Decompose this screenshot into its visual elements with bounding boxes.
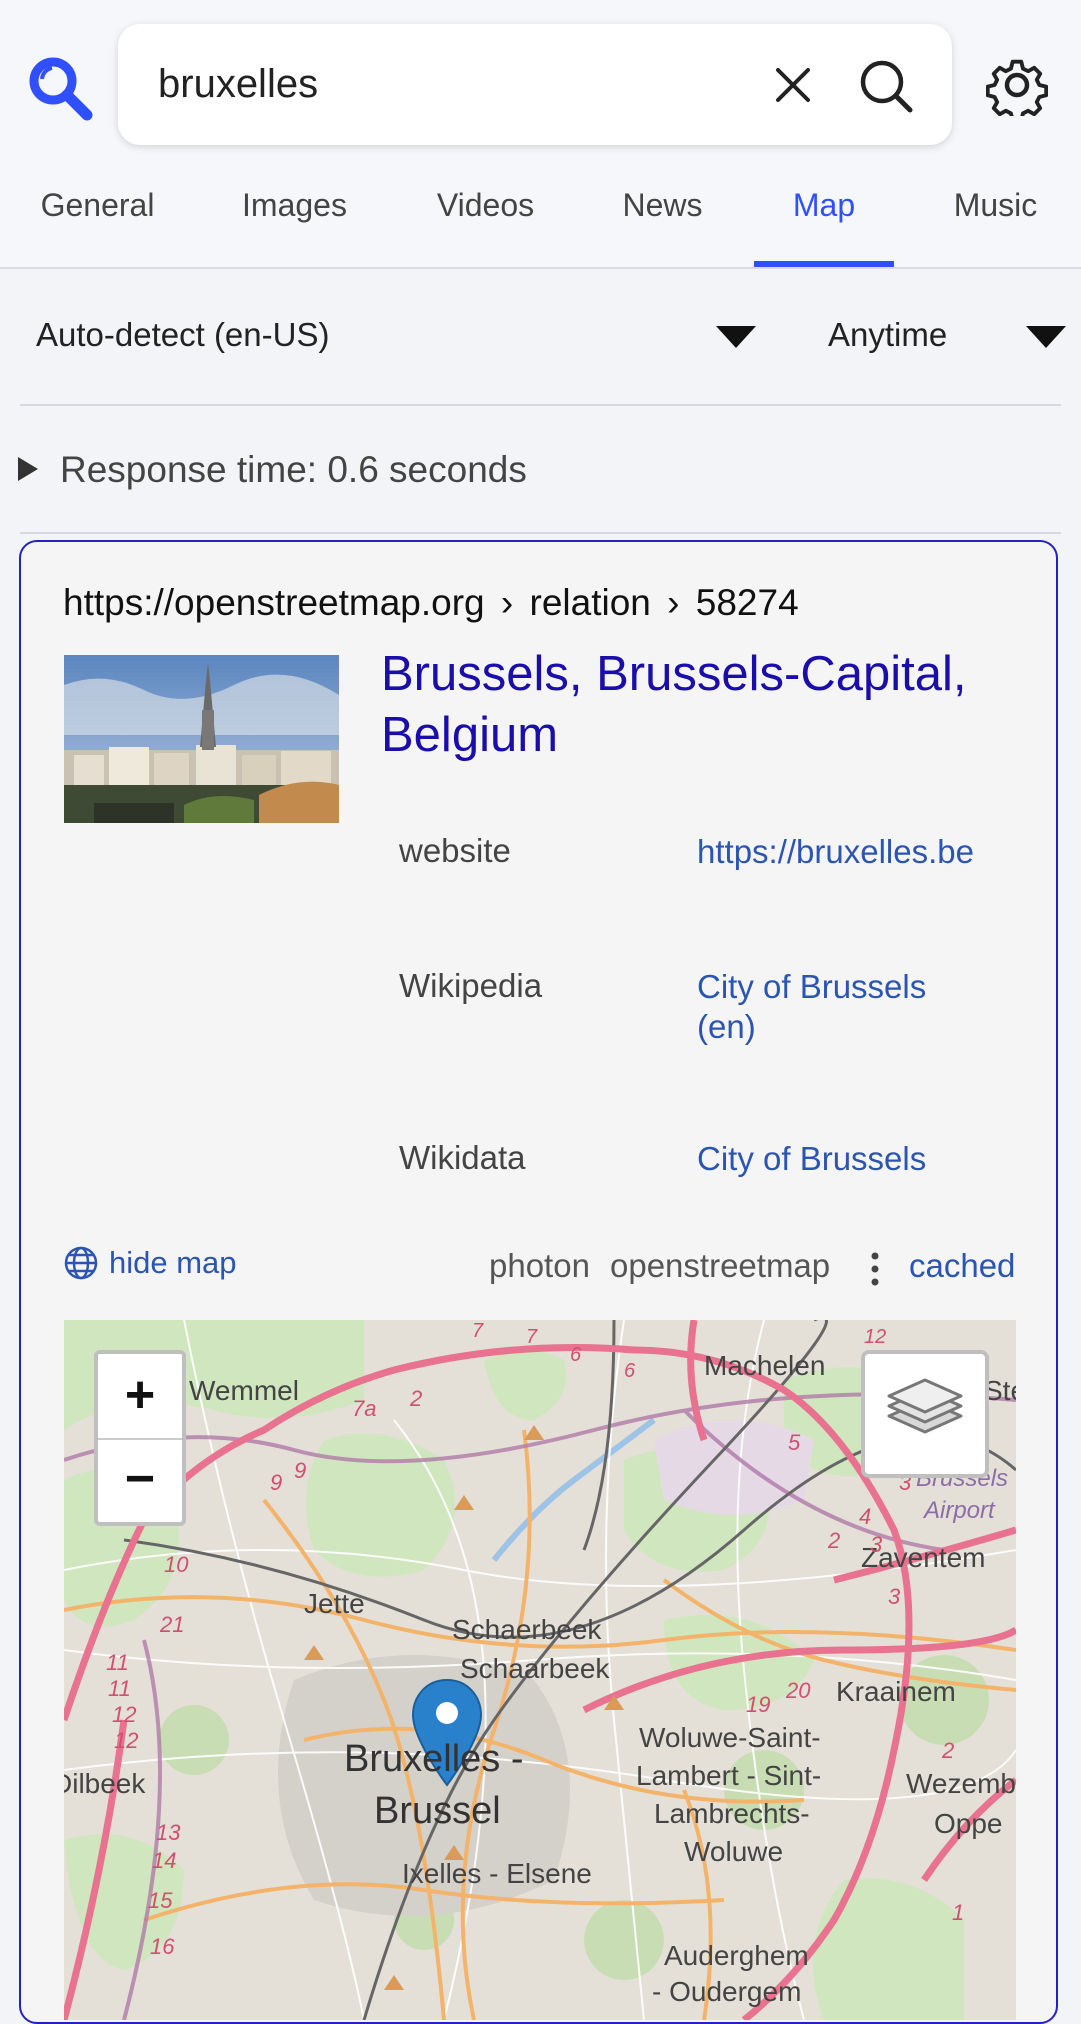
map-label: Schaerbeek xyxy=(452,1614,602,1645)
map-label: Machelen xyxy=(704,1350,826,1381)
engine-openstreetmap: openstreetmap xyxy=(610,1247,831,1284)
map-view[interactable]: Wemmel Machelen Ste Brussels Airport Zav… xyxy=(64,1320,1016,2020)
map-label: Airport xyxy=(924,1497,995,1524)
road-number: 2 xyxy=(828,1528,841,1553)
road-number: 9 xyxy=(294,1458,307,1483)
result-title[interactable]: Brussels, Brussels-Capital, Belgium xyxy=(381,644,1021,766)
map-label: Bruxelles - xyxy=(344,1738,524,1780)
road-number: 13 xyxy=(156,1820,181,1845)
road-number: 2 xyxy=(410,1386,423,1411)
detail-key-wikidata: Wikidata xyxy=(399,1139,526,1176)
road-number: 21 xyxy=(160,1612,185,1637)
road-number: 14 xyxy=(152,1848,177,1873)
road-number: 6 xyxy=(624,1360,636,1382)
tab-general[interactable]: General xyxy=(30,170,165,267)
tab-news[interactable]: News xyxy=(615,170,710,267)
zoom-out-button[interactable]: − xyxy=(98,1438,182,1522)
tab-music[interactable]: Music xyxy=(938,170,1053,267)
response-time-text: Response time: 0.6 seconds xyxy=(60,449,527,490)
header: General Images Videos News Map Music xyxy=(0,0,1081,269)
map-label: - Oudergem xyxy=(652,1976,802,2007)
result-url-id: 58274 xyxy=(695,582,799,623)
tab-images[interactable]: Images xyxy=(232,170,357,267)
hide-map-toggle[interactable]: hide map xyxy=(63,1245,237,1281)
road-number: 10 xyxy=(164,1552,189,1577)
breadcrumb-separator: › xyxy=(500,582,514,623)
road-number: 20 xyxy=(786,1678,811,1703)
map-label: Schaarbeek xyxy=(460,1653,610,1684)
map-label: Lambert - Sint- xyxy=(636,1760,822,1791)
language-dropdown-icon[interactable] xyxy=(716,326,756,348)
divider xyxy=(20,404,1061,406)
detail-value-website[interactable]: https://bruxelles.be xyxy=(697,832,1027,872)
map-label: Wemmel xyxy=(189,1375,299,1406)
map-label: Brussel xyxy=(374,1790,501,1832)
result-card: https://openstreetmap.org › relation › 5… xyxy=(19,540,1058,2024)
response-time-toggle[interactable]: Response time: 0.6 seconds xyxy=(18,440,527,500)
zoom-control: + − xyxy=(94,1350,186,1526)
detail-value-wikidata[interactable]: City of Brussels xyxy=(697,1139,1027,1179)
road-number: 3 xyxy=(870,1532,883,1557)
road-number: 7 xyxy=(526,1326,538,1348)
globe-icon xyxy=(64,1246,98,1280)
search-icon[interactable] xyxy=(858,58,914,114)
detail-value-wikipedia[interactable]: City of Brussels (en) xyxy=(697,967,957,1047)
detail-key-wikipedia: Wikipedia xyxy=(399,967,543,1004)
map-label: Ixelles - Elsene xyxy=(402,1858,592,1889)
hide-map-label: hide map xyxy=(109,1245,237,1280)
road-number: 6 xyxy=(570,1344,582,1366)
map-label: Oppe xyxy=(934,1808,1003,1839)
map-label: Kraainem xyxy=(836,1676,956,1707)
road-number: 12 xyxy=(112,1702,137,1727)
layers-button[interactable] xyxy=(861,1350,989,1478)
disclosure-triangle-icon xyxy=(18,457,38,482)
map-label: Auderghem xyxy=(664,1940,809,1971)
tab-videos[interactable]: Videos xyxy=(428,170,543,267)
tab-map[interactable]: Map xyxy=(754,170,894,267)
road-number: 2 xyxy=(942,1738,955,1763)
result-url[interactable]: https://openstreetmap.org › relation › 5… xyxy=(63,582,799,624)
more-options-icon[interactable] xyxy=(865,1249,885,1289)
zoom-in-button[interactable]: + xyxy=(98,1354,182,1440)
time-range-dropdown-icon[interactable] xyxy=(1026,326,1066,348)
map-label: Wezemb xyxy=(906,1768,1016,1799)
result-url-host: https://openstreetmap.org xyxy=(63,582,485,623)
time-range-value: Anytime xyxy=(828,316,948,353)
detail-key-website: website xyxy=(399,832,511,869)
result-thumbnail[interactable] xyxy=(64,655,339,823)
result-url-path: relation xyxy=(529,582,651,623)
language-select-value: Auto-detect (en-US) xyxy=(36,316,330,353)
language-select[interactable]: Auto-detect (en-US) xyxy=(36,300,766,370)
cached-link[interactable]: cached xyxy=(909,1247,1015,1285)
road-number: 15 xyxy=(148,1888,173,1913)
road-number: 4 xyxy=(859,1504,872,1529)
road-number: 7 xyxy=(472,1320,484,1342)
road-number: 11 xyxy=(108,1676,131,1701)
map-label: Lambrechts- xyxy=(654,1798,810,1829)
engine-photon: photon xyxy=(489,1247,590,1284)
road-number: 12 xyxy=(114,1728,139,1753)
clear-icon[interactable] xyxy=(770,62,816,108)
road-number: 3 xyxy=(888,1584,901,1609)
road-number: 7a xyxy=(352,1396,377,1421)
road-number: 16 xyxy=(150,1934,175,1959)
map-label: Jette xyxy=(304,1588,365,1619)
gear-icon[interactable] xyxy=(986,54,1048,116)
layers-icon xyxy=(887,1378,963,1434)
road-number: 1 xyxy=(952,1900,965,1925)
map-label: Dilbeek xyxy=(64,1768,146,1799)
road-number: 9 xyxy=(270,1470,283,1495)
road-number: 11 xyxy=(106,1650,129,1675)
map-label: Woluwe-Saint- xyxy=(639,1722,821,1753)
road-number: 12 xyxy=(864,1326,887,1348)
search-input[interactable] xyxy=(158,54,718,114)
breadcrumb-separator: › xyxy=(667,582,680,623)
road-number: 19 xyxy=(746,1692,771,1717)
searxng-logo-icon[interactable] xyxy=(24,52,94,122)
search-box xyxy=(118,24,952,145)
divider xyxy=(20,532,1061,534)
map-label: Woluwe xyxy=(684,1836,784,1867)
road-number: 5 xyxy=(788,1430,801,1455)
category-tabs: General Images Videos News Map Music xyxy=(0,170,1081,267)
